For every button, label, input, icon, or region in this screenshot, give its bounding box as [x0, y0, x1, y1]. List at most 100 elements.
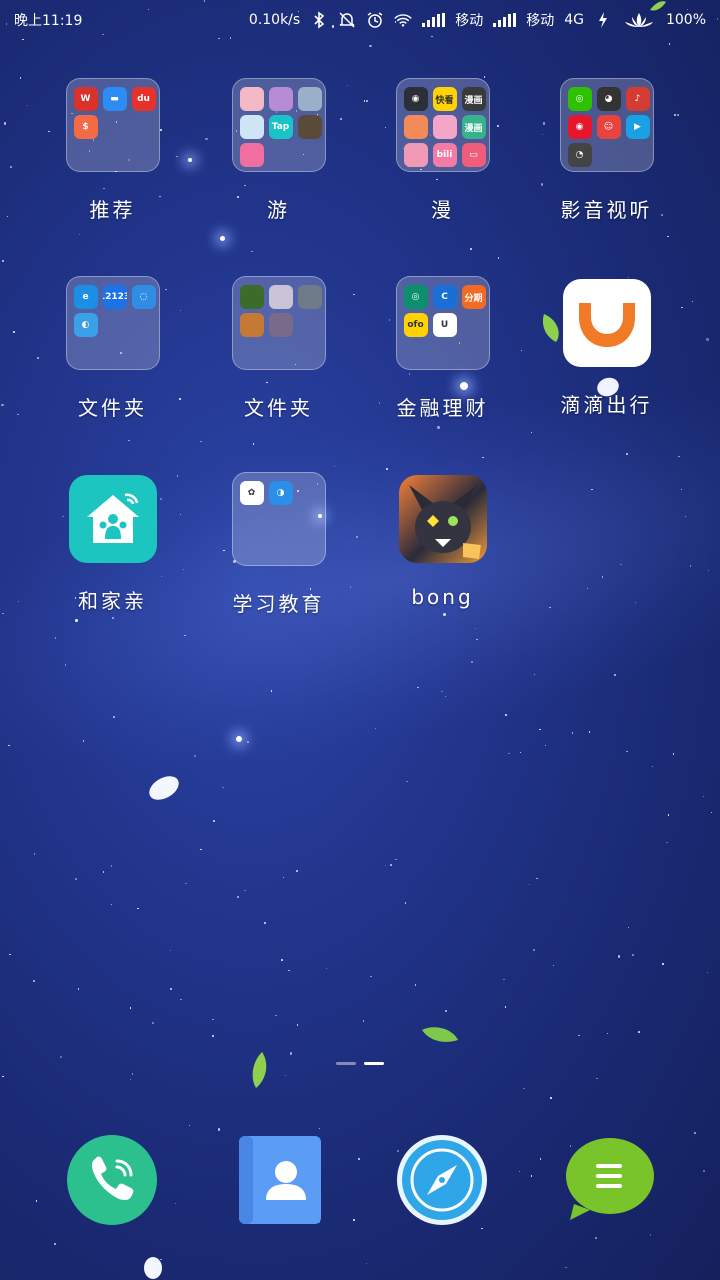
comic-icon	[403, 115, 428, 139]
weibo-icon: ◉	[567, 115, 592, 139]
chat-bubbles-icon: ▬	[102, 87, 127, 111]
app-label: 金融理财	[396, 396, 489, 420]
app-label: 影音视听	[560, 198, 653, 222]
message-icon	[566, 1138, 654, 1220]
game-icon	[239, 285, 264, 309]
leaf-decoration	[252, 1052, 267, 1088]
game-icon	[239, 313, 264, 337]
net-speed: 0.10k/s	[248, 12, 301, 28]
app-label: 学习教育	[232, 592, 325, 616]
comic-icon: ▭	[461, 143, 486, 167]
petal-decoration	[149, 776, 179, 800]
education-icon: ◑	[268, 481, 293, 505]
app-label: 游	[267, 198, 290, 222]
folder-preview[interactable]	[231, 276, 326, 370]
bilibili-icon: bili	[432, 143, 457, 167]
anime-game-icon	[268, 87, 293, 111]
signal-icon: ◌	[131, 285, 156, 309]
folder-preview[interactable]: W ▬ du $	[65, 78, 160, 172]
comic-icon: 漫画	[461, 115, 486, 139]
bluetooth-icon	[310, 11, 328, 29]
mute-bell-icon	[338, 11, 356, 29]
app-label: 漫	[431, 198, 454, 222]
app-shortcut[interactable]: 滴滴出行	[524, 276, 689, 466]
comic-icon: 漫画	[461, 87, 486, 111]
status-icons: 0.10k/s 移动 移动 4G 100%	[249, 10, 706, 30]
installment-icon: 分期	[461, 285, 486, 309]
app-label: 文件夹	[244, 396, 313, 420]
signal-strength-2-icon	[493, 13, 517, 27]
contacts-icon	[239, 1136, 321, 1224]
bank-icon: ◎	[403, 285, 428, 309]
face-icon: ☺	[596, 115, 621, 139]
dock	[0, 1130, 720, 1240]
comic-icon	[403, 143, 428, 167]
tencent-video-icon: ▶	[625, 115, 650, 139]
game-icon	[268, 285, 293, 309]
browser-app[interactable]	[392, 1130, 492, 1230]
app-folder[interactable]: ◎ C 分期 ofo U 金融理财	[360, 276, 525, 466]
battery-level: 100%	[665, 12, 706, 28]
u-icon: U	[432, 313, 457, 337]
browser-icon: e	[73, 285, 98, 309]
carrier-2: 移动	[526, 13, 555, 29]
lotus-battery-icon	[622, 11, 656, 29]
leaf-decoration	[542, 314, 559, 342]
du-icon: du	[131, 87, 156, 111]
app-folder[interactable]: e12123◌ ◐ 文件夹	[30, 276, 195, 466]
signal-strength-1-icon	[422, 13, 446, 27]
network-type: 4G	[564, 12, 584, 28]
anime-game-icon	[239, 87, 264, 111]
folder-preview[interactable]: Tap	[231, 78, 326, 172]
anime-game-icon	[297, 87, 322, 111]
app-label: 推荐	[89, 198, 136, 222]
folder-preview[interactable]: ◎ C 分期 ofo U	[395, 276, 490, 370]
wechat-icon: ◎	[567, 87, 592, 111]
carrier-1: 移动	[455, 13, 484, 29]
charging-icon	[594, 11, 612, 29]
traffic-icon: 12123	[102, 285, 127, 309]
app-folder[interactable]: ◉ 快看 漫画 漫画 bili ▭ 漫	[360, 78, 525, 268]
taptap-icon: Tap	[268, 115, 293, 139]
petal-decoration	[597, 377, 619, 397]
folder-preview[interactable]: e12123◌ ◐	[65, 276, 160, 370]
comic-icon: ◉	[403, 87, 428, 111]
petal-decoration	[144, 1257, 162, 1279]
comic-icon	[432, 115, 457, 139]
status-time: 晚上11:19	[14, 13, 83, 29]
status-bar: 晚上11:19 0.10k/s 移动 移动 4G 100%	[0, 0, 720, 40]
app-label: 和家亲	[78, 589, 147, 613]
didi-icon	[562, 279, 651, 367]
app-folder[interactable]: ◎ ◕ ♪ ◉ ☺ ▶ ◔ 影音视听	[524, 78, 689, 268]
folder-preview[interactable]: ◎ ◕ ♪ ◉ ☺ ▶ ◔	[559, 78, 654, 172]
compass-icon	[397, 1135, 487, 1225]
finance-icon: C	[432, 285, 457, 309]
app-folder[interactable]: W ▬ du $ 推荐	[30, 78, 195, 268]
qq-icon: ◔	[567, 143, 592, 167]
folder-preview[interactable]: ✿ ◑	[231, 472, 326, 566]
app-shortcut[interactable]: 和家亲	[30, 472, 195, 662]
app-folder[interactable]: Tap 游	[196, 78, 361, 268]
app-shortcut[interactable]: bong	[360, 472, 525, 662]
netease-music-icon: ♪	[625, 87, 650, 111]
page-dot-inactive[interactable]	[336, 1062, 356, 1065]
app-folder[interactable]: 文件夹	[196, 276, 361, 466]
messages-app[interactable]	[558, 1130, 658, 1230]
ofo-icon: ofo	[403, 313, 428, 337]
kuaikan-icon: 快看	[432, 87, 457, 111]
lotus-icon: ✿	[239, 481, 264, 505]
home-family-icon	[68, 475, 157, 563]
leaf-decoration	[650, 1, 666, 11]
contacts-app[interactable]	[230, 1130, 330, 1230]
folder-preview[interactable]: ◉ 快看 漫画 漫画 bili ▭	[395, 78, 490, 172]
phone-icon	[67, 1135, 157, 1225]
money-bag-icon: $	[73, 115, 98, 139]
page-dot-active[interactable]	[364, 1062, 384, 1065]
alarm-icon	[366, 11, 384, 29]
app-folder[interactable]: ✿ ◑ 学习教育	[196, 472, 361, 662]
china-mobile-icon: ◐	[73, 313, 98, 337]
phone-app[interactable]	[62, 1130, 162, 1230]
leaf-decoration	[422, 1027, 458, 1042]
anime-game-icon	[239, 115, 264, 139]
wifi-icon	[394, 11, 412, 29]
